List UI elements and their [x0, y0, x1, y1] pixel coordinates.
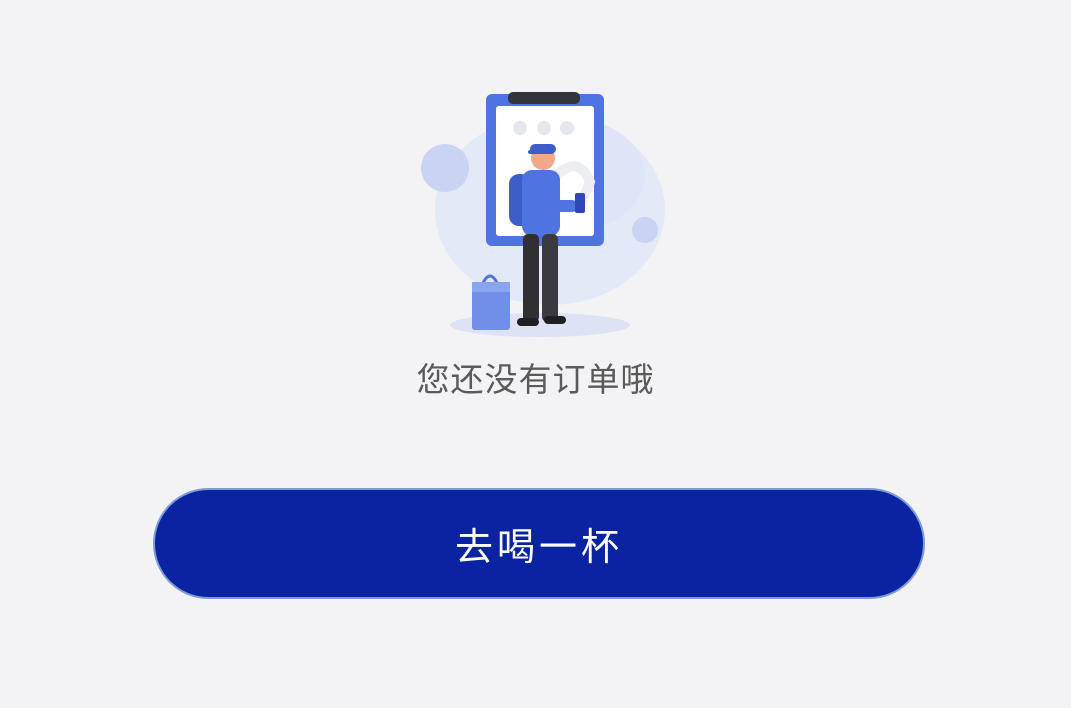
- go-have-a-drink-label: 去喝一杯: [454, 525, 623, 569]
- empty-orders-message: 您还没有订单哦: [416, 360, 655, 399]
- empty-orders-screen: 您还没有订单哦 去喝一杯: [0, 0, 1071, 708]
- go-have-a-drink-button[interactable]: 去喝一杯: [153, 488, 925, 599]
- empty-orders-illustration-icon: [421, 92, 665, 337]
